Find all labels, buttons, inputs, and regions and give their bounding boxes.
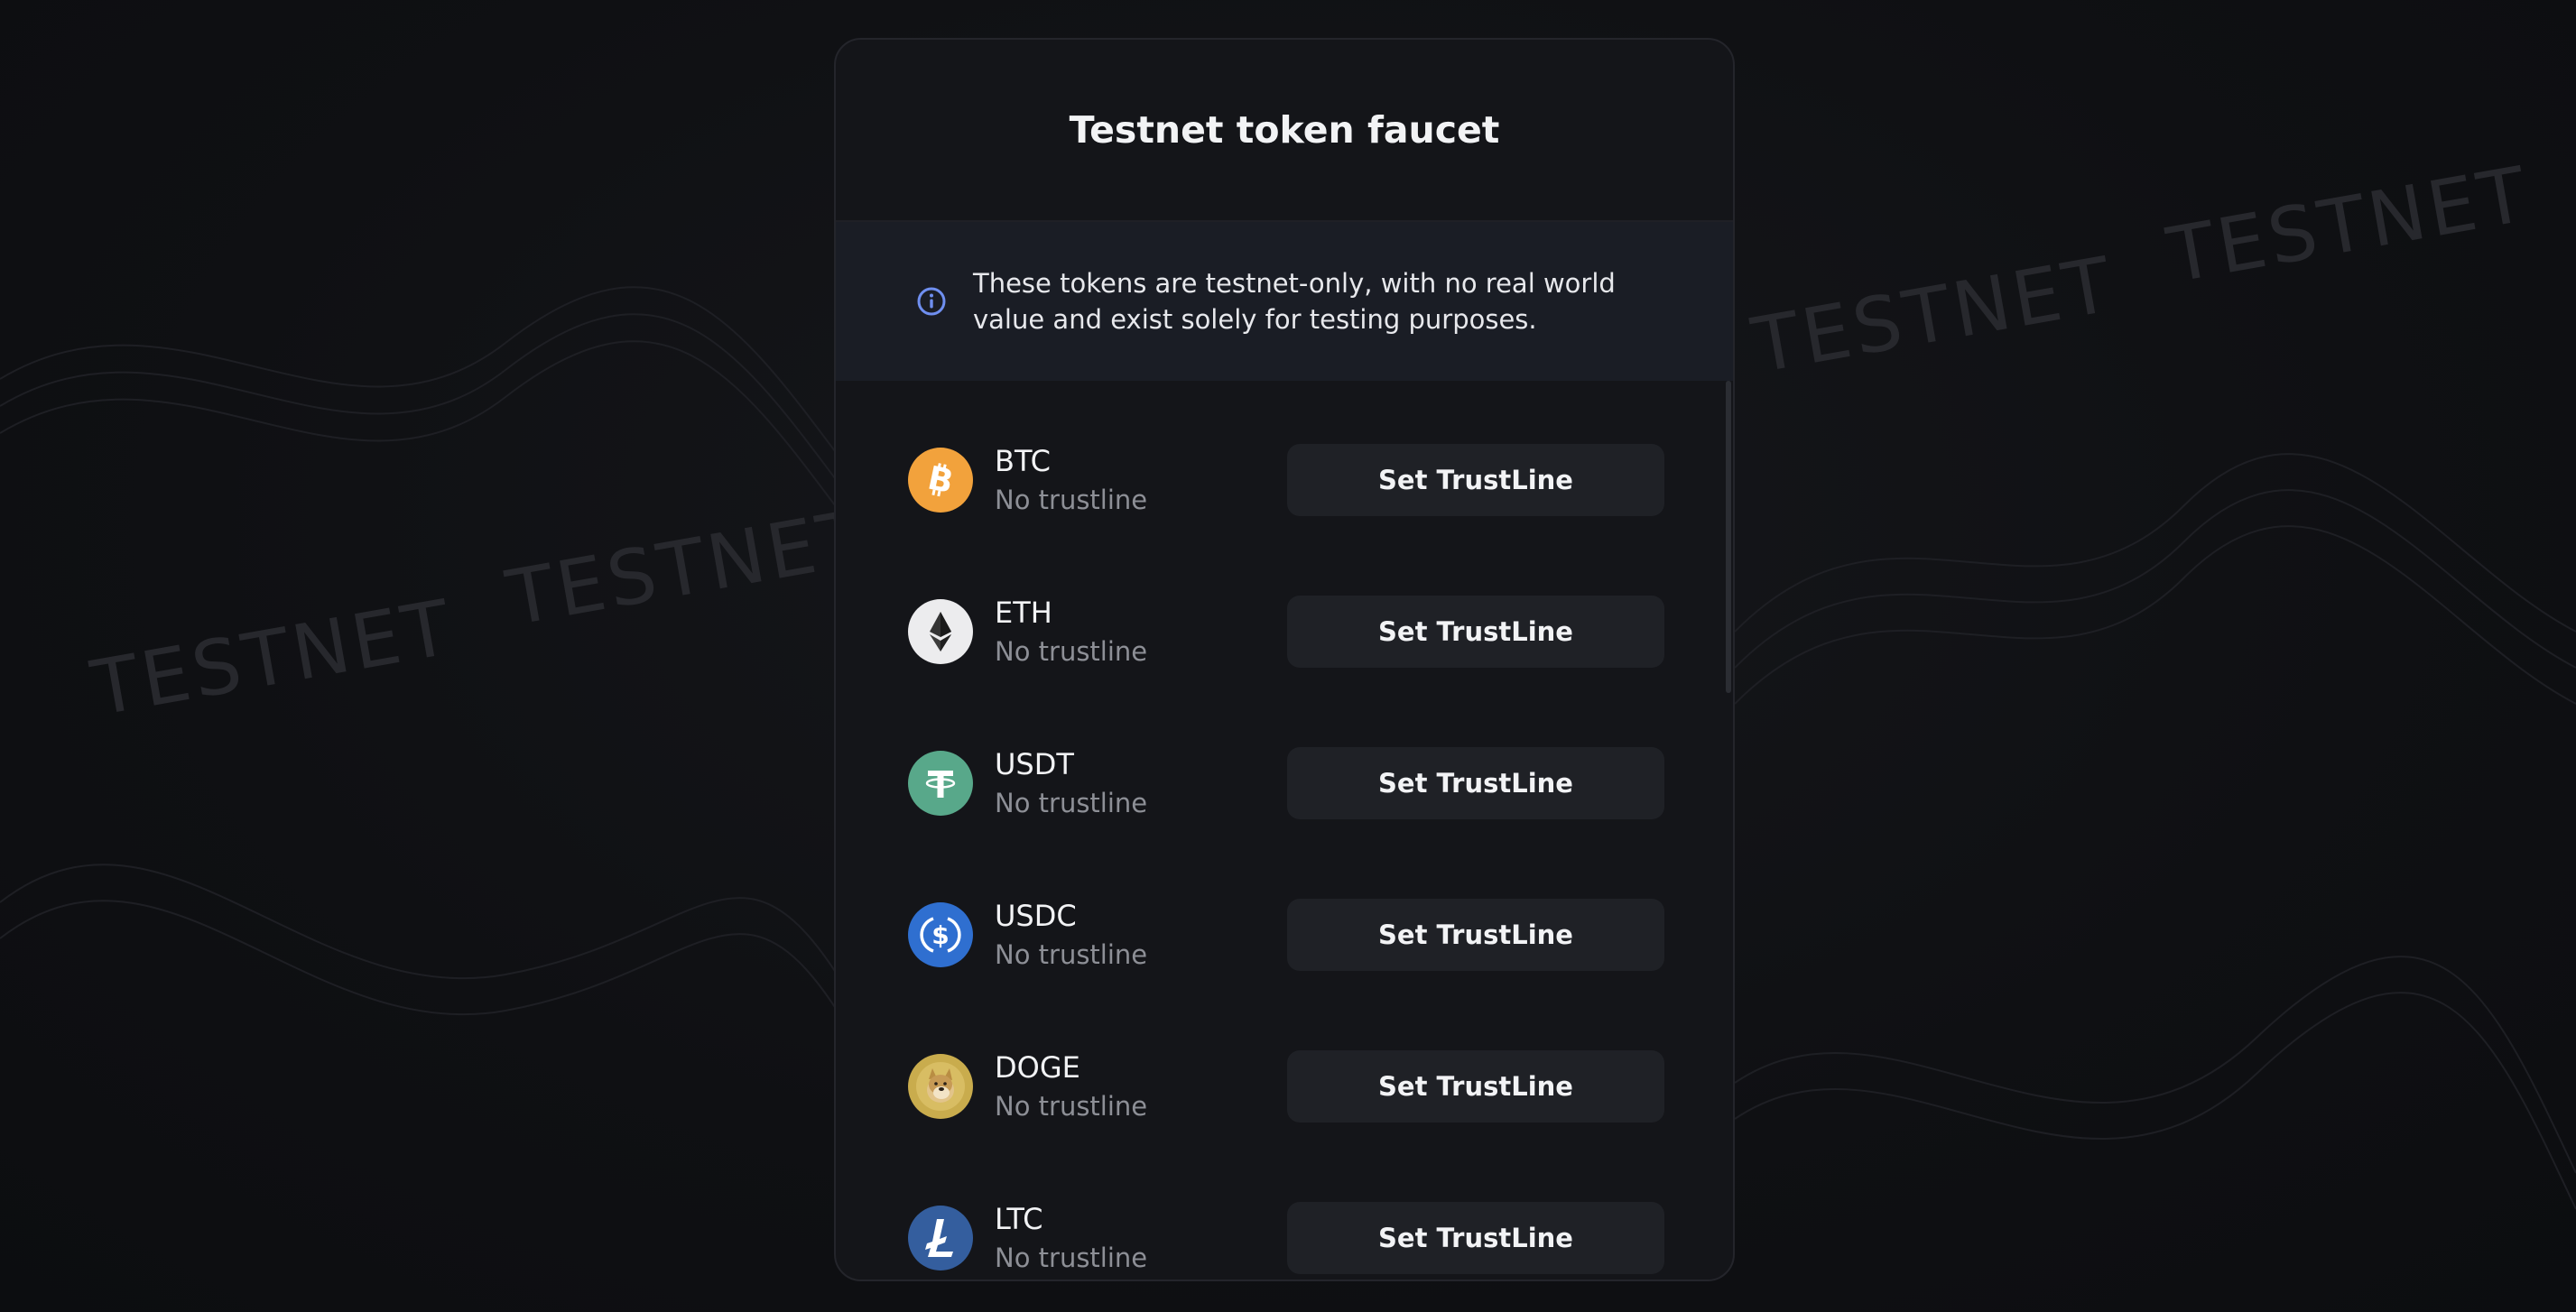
token-info: USDT No trustline — [995, 746, 1287, 820]
faucet-card: Testnet token faucet These tokens are te… — [834, 38, 1735, 1281]
token-info: BTC No trustline — [995, 443, 1287, 517]
bitcoin-icon: B — [908, 448, 973, 513]
token-symbol: USDT — [995, 747, 1074, 781]
token-status: No trustline — [995, 788, 1148, 818]
list-item: $ USDC No trustline Set TrustLine — [908, 897, 1664, 973]
scrollbar[interactable] — [1726, 381, 1731, 693]
token-info: LTC No trustline — [995, 1201, 1287, 1275]
set-trustline-button[interactable]: Set TrustLine — [1287, 444, 1664, 516]
tether-icon — [908, 751, 973, 816]
set-trustline-button[interactable]: Set TrustLine — [1287, 1050, 1664, 1123]
card-header: Testnet token faucet — [836, 40, 1733, 222]
token-status: No trustline — [995, 1091, 1148, 1122]
svg-text:$: $ — [931, 920, 949, 950]
token-symbol: LTC — [995, 1202, 1043, 1236]
info-icon — [917, 287, 946, 316]
page-title: Testnet token faucet — [1069, 108, 1500, 152]
token-symbol: BTC — [995, 444, 1051, 478]
token-status: No trustline — [995, 1243, 1148, 1273]
token-symbol: ETH — [995, 596, 1052, 630]
token-symbol: DOGE — [995, 1050, 1080, 1085]
list-item: USDT No trustline Set TrustLine — [908, 745, 1664, 821]
token-status: No trustline — [995, 636, 1148, 667]
set-trustline-button[interactable]: Set TrustLine — [1287, 747, 1664, 819]
notice-text: These tokens are testnet-only, with no r… — [973, 268, 1616, 335]
token-list[interactable]: B BTC No trustline Set TrustLine ETH No … — [836, 381, 1733, 1280]
litecoin-icon — [908, 1206, 973, 1270]
token-status: No trustline — [995, 939, 1148, 970]
list-item: DOGE No trustline Set TrustLine — [908, 1049, 1664, 1124]
token-info: ETH No trustline — [995, 595, 1287, 669]
token-info: USDC No trustline — [995, 898, 1287, 972]
set-trustline-button[interactable]: Set TrustLine — [1287, 899, 1664, 971]
usdc-icon: $ — [908, 902, 973, 967]
set-trustline-button[interactable]: Set TrustLine — [1287, 596, 1664, 668]
dogecoin-icon — [908, 1054, 973, 1119]
token-symbol: USDC — [995, 899, 1077, 933]
info-notice: These tokens are testnet-only, with no r… — [836, 222, 1733, 381]
token-status: No trustline — [995, 485, 1148, 515]
list-item: B BTC No trustline Set TrustLine — [908, 442, 1664, 518]
token-info: DOGE No trustline — [995, 1049, 1287, 1123]
list-item: LTC No trustline Set TrustLine — [908, 1200, 1664, 1276]
list-item: ETH No trustline Set TrustLine — [908, 594, 1664, 670]
ethereum-icon — [908, 599, 973, 664]
set-trustline-button[interactable]: Set TrustLine — [1287, 1202, 1664, 1274]
